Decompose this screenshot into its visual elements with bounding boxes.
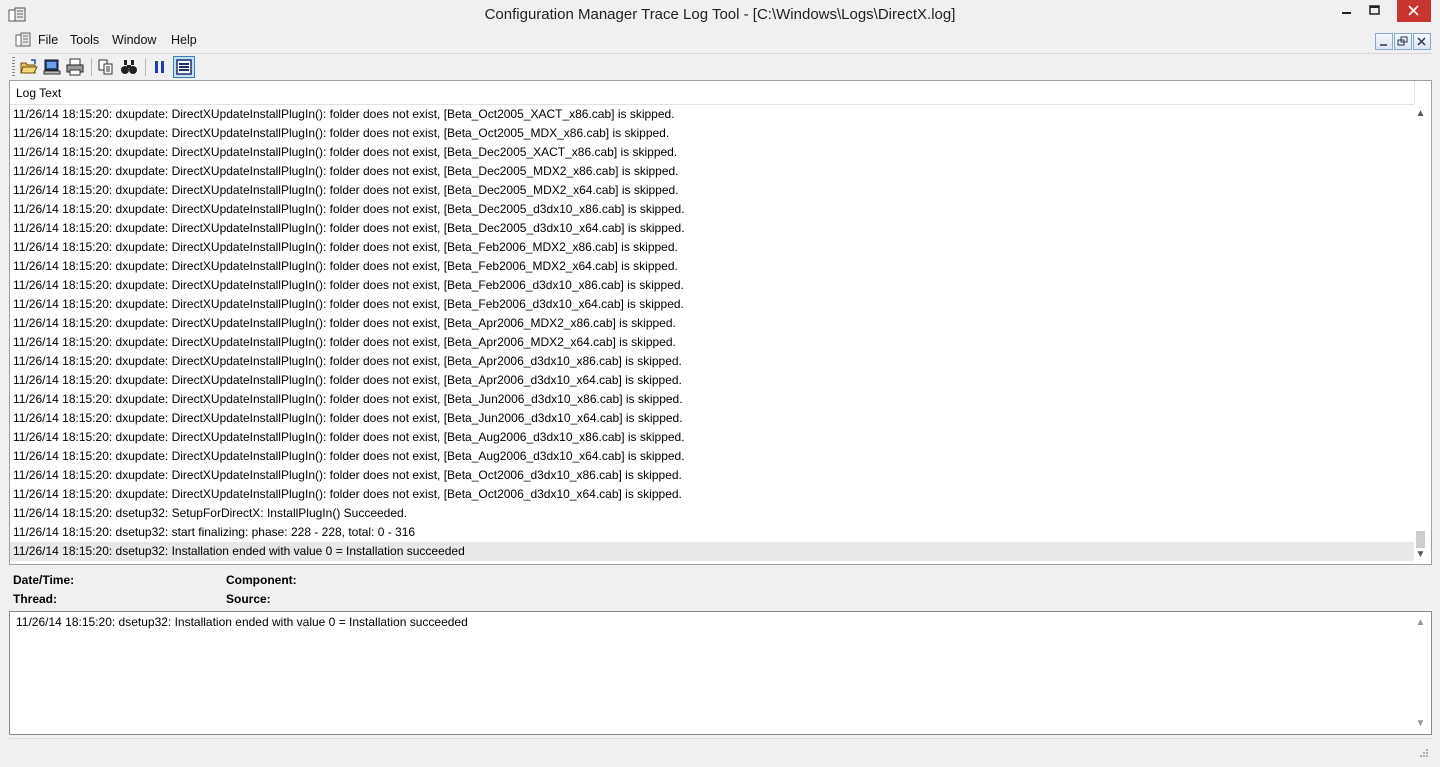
mdi-minimize-button[interactable] [1375,33,1393,50]
maximize-button[interactable] [1360,0,1390,24]
close-button[interactable] [1397,0,1431,22]
column-divider[interactable] [1414,81,1415,104]
print-button[interactable] [65,57,85,77]
pause-button[interactable] [150,57,170,77]
open-folder-icon [20,59,38,74]
log-row[interactable]: 11/26/14 18:15:20: dxupdate: DirectXUpda… [10,428,1414,447]
log-row[interactable]: 11/26/14 18:15:20: dxupdate: DirectXUpda… [10,314,1414,333]
log-row[interactable]: 11/26/14 18:15:20: dxupdate: DirectXUpda… [10,466,1414,485]
minimize-button[interactable] [1334,0,1360,24]
open-button[interactable] [19,57,39,77]
log-row[interactable]: 11/26/14 18:15:20: dxupdate: DirectXUpda… [10,447,1414,466]
window-title: Configuration Manager Trace Log Tool - [… [484,6,956,23]
message-pane[interactable]: 11/26/14 18:15:20: dsetup32: Installatio… [9,611,1432,735]
log-row[interactable]: 11/26/14 18:15:20: dsetup32: SetupForDir… [10,504,1414,523]
highlight-icon [176,59,192,75]
toolbar [9,53,1432,80]
log-list[interactable]: Log Text 11/26/14 18:15:20: dxupdate: Di… [9,80,1432,565]
copy-button[interactable] [96,57,116,77]
log-row[interactable]: 11/26/14 18:15:20: dxupdate: DirectXUpda… [10,276,1414,295]
log-rows: 11/26/14 18:15:20: dxupdate: DirectXUpda… [10,105,1414,563]
menu-file[interactable]: File [38,33,58,47]
menu-bar: File Tools Window Help [9,30,1432,51]
menu-window[interactable]: Window [112,33,156,47]
log-row[interactable]: 11/26/14 18:15:20: dxupdate: DirectXUpda… [10,219,1414,238]
highlight-button[interactable] [173,56,195,78]
log-row[interactable]: 11/26/14 18:15:20: dxupdate: DirectXUpda… [10,390,1414,409]
size-grip-icon[interactable] [1419,748,1429,758]
scroll-down-icon[interactable]: ▼ [1412,546,1429,563]
log-row[interactable]: 11/26/14 18:15:20: dxupdate: DirectXUpda… [10,200,1414,219]
log-row[interactable]: 11/26/14 18:15:20: dxupdate: DirectXUpda… [10,485,1414,504]
log-row[interactable]: 11/26/14 18:15:20: dxupdate: DirectXUpda… [10,371,1414,390]
log-row[interactable]: 11/26/14 18:15:20: dxupdate: DirectXUpda… [10,295,1414,314]
scroll-down-icon[interactable]: ▼ [1412,715,1429,732]
datetime-label: Date/Time: [13,573,75,587]
close-icon [1417,37,1426,46]
toolbar-separator [91,58,92,76]
column-header-label: Log Text [16,86,62,100]
mdi-restore-button[interactable] [1394,33,1412,50]
log-row[interactable]: 11/26/14 18:15:20: dxupdate: DirectXUpda… [10,143,1414,162]
log-row[interactable]: 11/26/14 18:15:20: dxupdate: DirectXUpda… [10,409,1414,428]
mdi-close-button[interactable] [1413,33,1431,50]
close-icon [1408,5,1419,16]
log-row[interactable]: 11/26/14 18:15:20: dxupdate: DirectXUpda… [10,162,1414,181]
log-row[interactable]: 11/26/14 18:15:20: dsetup32: Installatio… [10,542,1414,561]
toolbar-grip[interactable] [12,57,15,77]
status-bar [9,738,1432,761]
log-row[interactable]: 11/26/14 18:15:20: dxupdate: DirectXUpda… [10,124,1414,143]
binoculars-icon [121,60,137,74]
source-label: Source: [226,592,271,606]
log-row[interactable]: 11/26/14 18:15:20: dxupdate: DirectXUpda… [10,333,1414,352]
scroll-up-icon[interactable]: ▲ [1412,614,1429,631]
log-row[interactable]: 11/26/14 18:15:20: dxupdate: DirectXUpda… [10,352,1414,371]
column-header-log-text[interactable]: Log Text [10,81,1415,105]
scroll-up-icon[interactable]: ▲ [1412,105,1429,122]
log-row[interactable]: 11/26/14 18:15:20: dxupdate: DirectXUpda… [10,181,1414,200]
print-icon [66,58,84,76]
computer-icon [43,59,61,75]
toolbar-separator [145,58,146,76]
restore-icon [1397,36,1408,46]
menu-tools[interactable]: Tools [70,33,99,47]
title-bar: Configuration Manager Trace Log Tool - [… [0,0,1440,30]
message-text: 11/26/14 18:15:20: dsetup32: Installatio… [16,615,468,629]
minimize-icon [1380,44,1387,46]
open-on-server-button[interactable] [42,57,62,77]
find-button[interactable] [119,57,139,77]
log-row[interactable]: 11/26/14 18:15:20: dsetup32: start final… [10,523,1414,542]
component-label: Component: [226,573,297,587]
log-scrollbar[interactable]: ▲ ▼ [1412,105,1429,563]
minimize-icon [1342,12,1351,14]
log-row[interactable]: 11/26/14 18:15:20: dxupdate: DirectXUpda… [10,238,1414,257]
maximize-icon [1369,5,1380,15]
details-panel: Date/Time: Component: Thread: Source: [9,568,1432,610]
copy-icon [98,59,113,75]
log-row[interactable]: 11/26/14 18:15:20: dxupdate: DirectXUpda… [10,105,1414,124]
thread-label: Thread: [13,592,58,606]
menu-help[interactable]: Help [171,33,197,47]
pause-icon [155,61,164,73]
log-row[interactable]: 11/26/14 18:15:20: dxupdate: DirectXUpda… [10,257,1414,276]
document-icon[interactable] [15,32,31,48]
message-scrollbar[interactable]: ▲ ▼ [1412,614,1429,732]
